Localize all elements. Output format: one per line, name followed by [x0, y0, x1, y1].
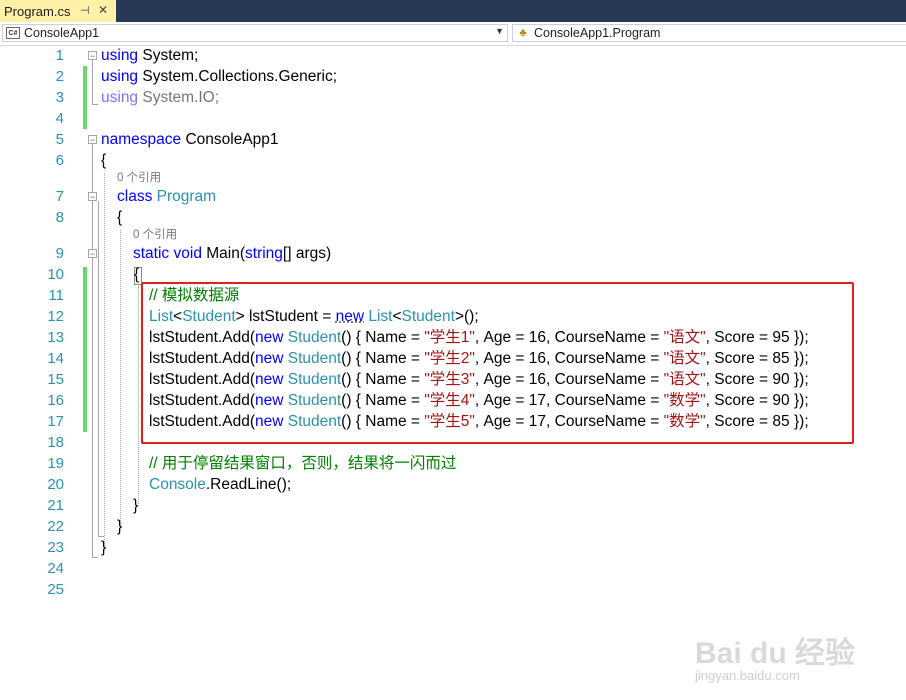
keyword: class	[117, 188, 153, 205]
line-number: 2	[55, 68, 64, 85]
baidu-jingyan-watermark: Bai du 经验 jingyan.baidu.com	[690, 610, 890, 700]
keyword: using	[101, 68, 139, 85]
code-line-9[interactable]: static void Main(string[] args)	[133, 243, 331, 264]
code-line-5[interactable]: namespace ConsoleApp1	[101, 129, 279, 150]
code-line-22[interactable]: }	[117, 516, 122, 537]
code-line-20[interactable]: Console.ReadLine();	[149, 474, 291, 495]
keyword: namespace	[101, 131, 182, 148]
code-text: ConsoleApp1	[181, 131, 279, 148]
line-number: 15	[47, 371, 64, 388]
collapse-icon[interactable]: −	[88, 192, 97, 202]
line-number: 10	[47, 266, 64, 283]
keyword: string	[245, 245, 283, 262]
line-number: 12	[47, 308, 64, 325]
code-text: {	[117, 209, 123, 226]
outline-guide	[92, 104, 98, 105]
watermark-logo-text: Bai du 经验	[695, 637, 856, 670]
indent-guide	[138, 286, 139, 506]
line-number: 7	[55, 188, 64, 205]
csharp-project-icon: C#	[6, 27, 20, 39]
line-number: 17	[47, 413, 64, 430]
code-line-8[interactable]: {	[117, 207, 122, 228]
change-indicator	[83, 267, 87, 432]
code-line-19[interactable]: // 用于停留结果窗口，否则，结果将一闪而过	[149, 453, 456, 474]
line-number: 3	[55, 89, 64, 106]
code-line-1[interactable]: using System;	[101, 45, 198, 66]
line-number: 18	[47, 434, 64, 451]
line-number: 8	[55, 209, 64, 226]
pin-icon[interactable]: ⊣	[80, 4, 92, 18]
code-line-2[interactable]: using System.Collections.Generic;	[101, 66, 337, 87]
class-icon: ♣	[519, 27, 527, 39]
line-number: 11	[48, 287, 64, 304]
code-text: System;	[138, 47, 199, 64]
outline-guide	[92, 60, 93, 104]
collapse-icon[interactable]: −	[88, 135, 97, 145]
code-line-3[interactable]: using System.IO;	[101, 87, 219, 108]
code-line-23[interactable]: }	[101, 537, 106, 558]
code-text: {	[101, 152, 107, 169]
code-text: }	[133, 497, 139, 514]
tab-program-cs[interactable]: Program.cs ⊣ ✕	[0, 0, 116, 22]
line-number: 20	[47, 476, 64, 493]
code-line-7[interactable]: class Program	[117, 186, 216, 207]
navigation-bar: C# ConsoleApp1 ▼ ♣ ConsoleApp1.Program	[0, 22, 906, 46]
outline-guide	[92, 557, 98, 558]
line-number: 14	[47, 350, 64, 367]
outline-guide	[98, 201, 99, 536]
line-number: 22	[47, 518, 64, 535]
type-name: Program	[156, 188, 217, 205]
change-indicator	[83, 66, 87, 129]
line-number: 16	[47, 392, 64, 409]
line-number: 5	[55, 131, 64, 148]
code-text: System.Collections.Generic;	[138, 68, 338, 85]
code-editor[interactable]: 1 2 3 4 5 6 7 8 9 10 11 12 13 14 15 16 1…	[0, 45, 906, 683]
line-number: 19	[47, 455, 64, 472]
code-text: .ReadLine();	[205, 476, 292, 493]
keyword: using	[101, 47, 139, 64]
close-icon[interactable]: ✕	[98, 3, 110, 17]
tab-label: Program.cs	[4, 3, 71, 19]
collapse-icon[interactable]: −	[88, 249, 97, 259]
code-line-21[interactable]: }	[133, 495, 138, 516]
code-text: }	[101, 539, 107, 556]
indent-guide	[104, 173, 105, 548]
indent-guide	[120, 230, 121, 527]
line-number: 23	[47, 539, 64, 556]
codelens-references[interactable]: 0 个引用	[117, 171, 161, 185]
line-number: 21	[47, 497, 64, 514]
comment: // 用于停留结果窗口，否则，结果将一闪而过	[149, 455, 457, 472]
code-text: Main(	[201, 245, 246, 262]
codelens-references[interactable]: 0 个引用	[133, 228, 177, 242]
line-number: 25	[47, 581, 64, 598]
line-number: 13	[47, 329, 64, 346]
code-text: }	[117, 518, 123, 535]
code-text: [] args)	[282, 245, 332, 262]
keyword: static	[133, 245, 170, 262]
type-name: Console	[149, 476, 206, 493]
keyword: void	[173, 245, 202, 262]
keyword: using	[101, 89, 139, 106]
document-tab-bar: Program.cs ⊣ ✕	[0, 0, 906, 22]
code-text: {	[134, 266, 140, 283]
chevron-down-icon[interactable]: ▼	[495, 26, 504, 36]
line-number: 6	[55, 152, 64, 169]
line-number: 1	[55, 47, 64, 64]
code-text: System.IO;	[138, 89, 220, 106]
watermark-url: jingyan.baidu.com	[695, 668, 800, 683]
project-dropdown[interactable]: C# ConsoleApp1 ▼	[2, 24, 508, 42]
line-number: 9	[55, 245, 64, 262]
code-line-6[interactable]: {	[101, 150, 106, 171]
member-name: ConsoleApp1.Program	[534, 26, 661, 40]
outline-guide	[92, 144, 93, 557]
line-number: 24	[47, 560, 64, 577]
code-line-10[interactable]: {	[134, 264, 139, 285]
collapse-icon[interactable]: −	[88, 51, 97, 61]
red-highlight-box	[141, 282, 854, 444]
project-name: ConsoleApp1	[24, 26, 100, 40]
member-dropdown[interactable]: ♣ ConsoleApp1.Program	[512, 24, 906, 42]
line-number: 4	[55, 110, 64, 127]
